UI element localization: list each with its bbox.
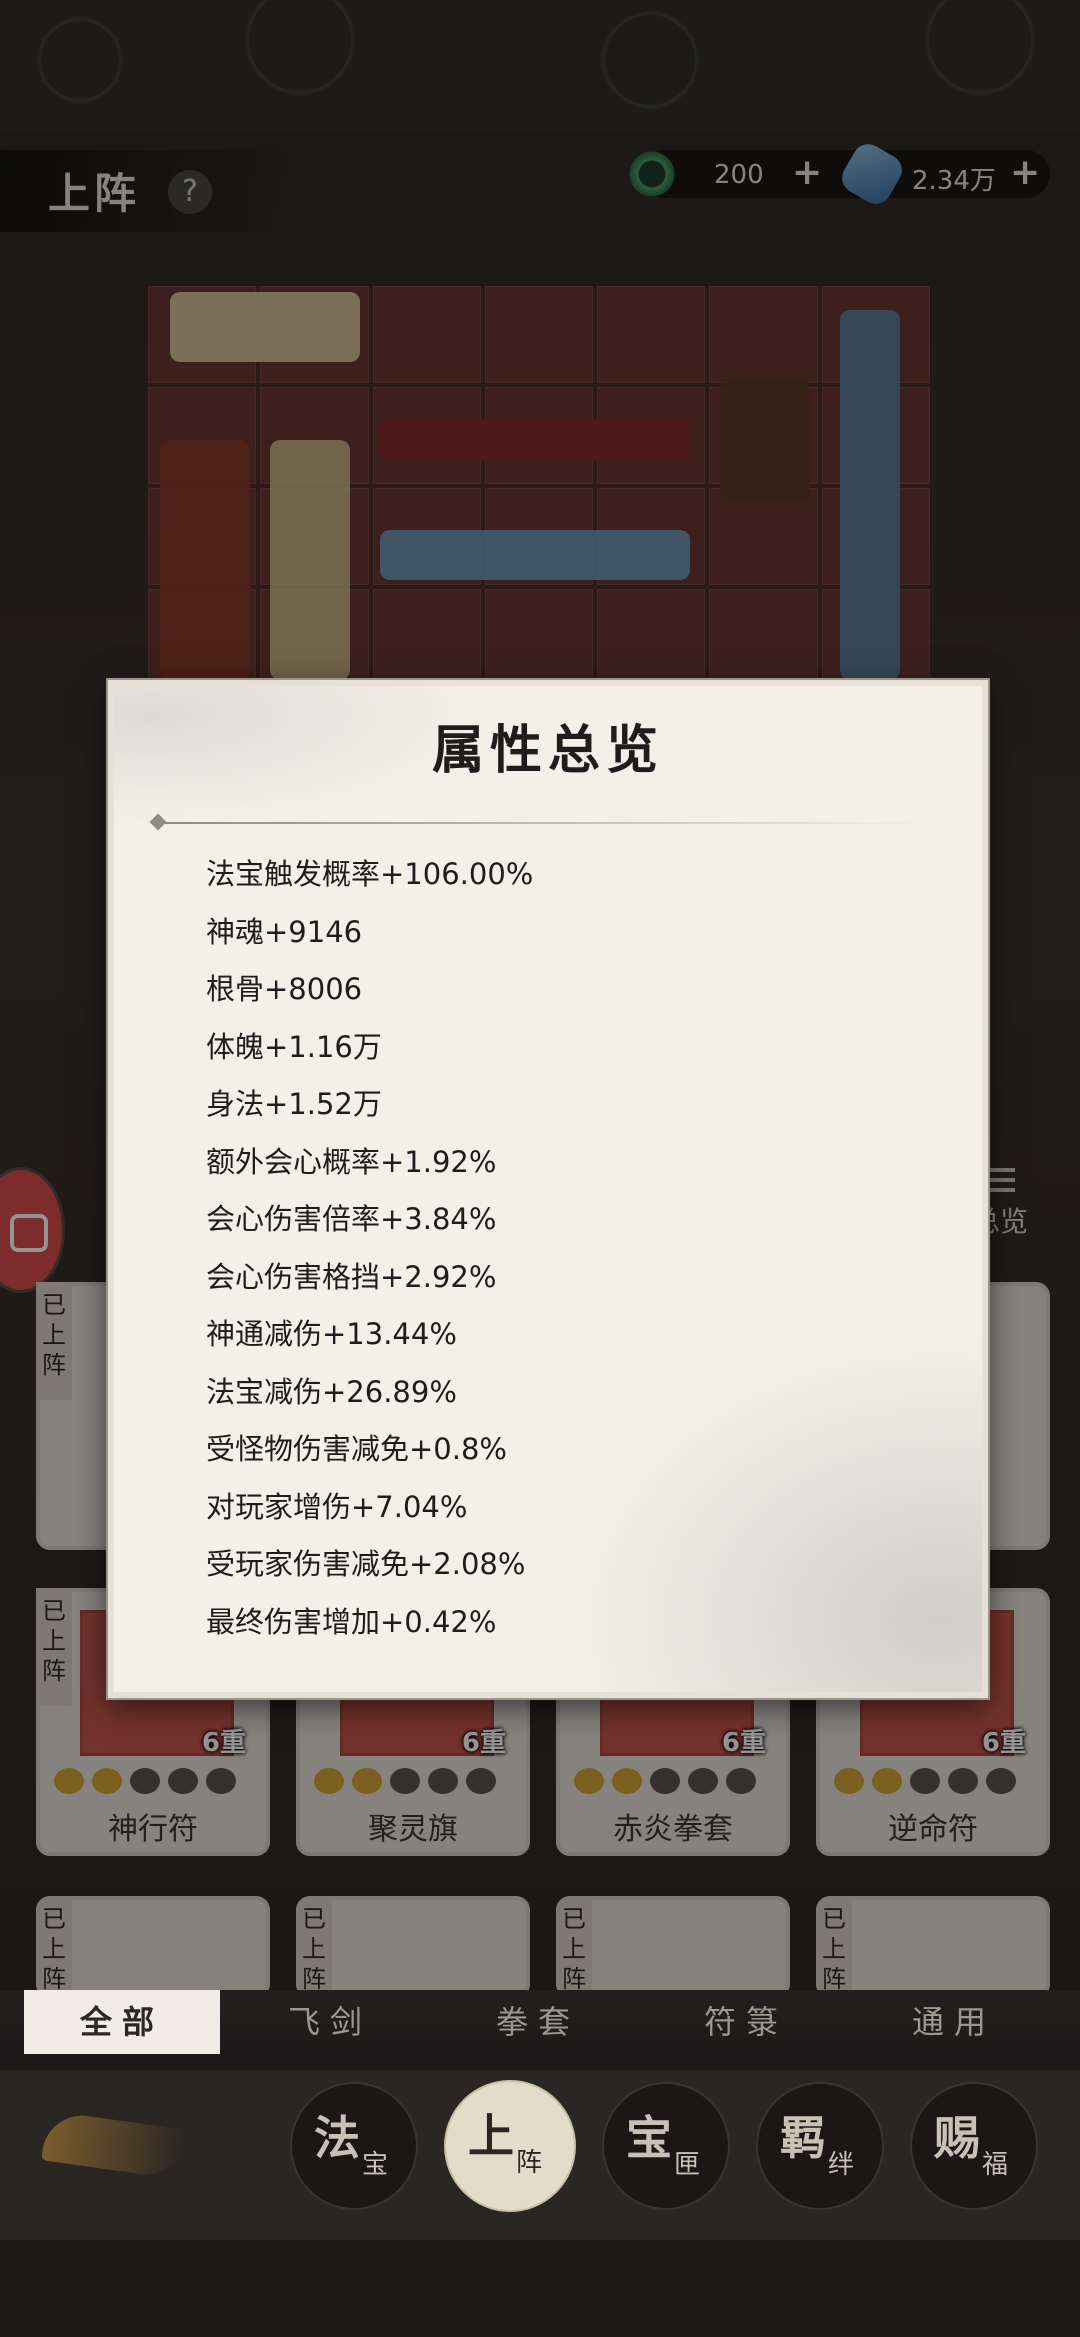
nav-label-big: 上 — [468, 2109, 514, 2163]
attribute-list: 法宝触发概率+106.00% 神魂+9146 根骨+8006 体魄+1.16万 … — [206, 846, 906, 1651]
nav-label-small: 福 — [982, 2150, 1009, 2180]
tab-all[interactable]: 全部 — [24, 1990, 220, 2054]
dialog-title: 属性总览 — [431, 720, 664, 781]
tab-general[interactable]: 通用 — [856, 1990, 1052, 2054]
nav-label-small: 绊 — [828, 2150, 855, 2180]
nav-label-small: 宝 — [362, 2150, 389, 2180]
tab-flying-sword[interactable]: 飞剑 — [232, 1990, 428, 2054]
nav-jiban[interactable]: 羁 绊 — [756, 2082, 884, 2210]
attribute-row: 神魂+9146 — [206, 914, 363, 949]
nav-label-small: 阵 — [516, 2148, 543, 2178]
attribute-row: 受怪物伤害减免+0.8% — [206, 1432, 507, 1466]
attribute-row: 额外会心概率+1.92% — [206, 1144, 497, 1179]
nav-fabao[interactable]: 法 宝 — [290, 2082, 418, 2210]
attribute-overview-dialog: 属性总览 法宝触发概率+106.00% 神魂+9146 根骨+8006 体魄+1… — [108, 680, 988, 1698]
attribute-row: 法宝减伤+26.89% — [206, 1374, 457, 1409]
nav-baoxia[interactable]: 宝 匣 — [602, 2082, 730, 2210]
nav-label-big: 赐 — [934, 2111, 980, 2165]
attribute-row: 最终伤害增加+0.42% — [206, 1604, 497, 1639]
nav-cifu[interactable]: 赐 福 — [910, 2082, 1038, 2210]
attribute-row: 会心伤害倍率+3.84% — [206, 1202, 497, 1236]
top-decor-band — [0, 0, 1080, 130]
nav-label-small: 匣 — [674, 2150, 701, 2180]
nav-label-big: 宝 — [626, 2111, 672, 2165]
nav-label-big: 法 — [314, 2111, 360, 2165]
attribute-row: 根骨+8006 — [206, 972, 363, 1006]
nav-shangzhen[interactable]: 上 阵 — [444, 2080, 576, 2212]
attribute-row: 身法+1.52万 — [206, 1087, 382, 1121]
attribute-row: 体魄+1.16万 — [206, 1029, 382, 1064]
attribute-row: 会心伤害格挡+2.92% — [206, 1259, 497, 1294]
title-divider — [158, 822, 928, 824]
nav-label-big: 羁 — [780, 2111, 826, 2165]
attribute-row: 神通减伤+13.44% — [206, 1317, 457, 1351]
attribute-row: 法宝触发概率+106.00% — [206, 857, 534, 891]
bottom-decor-band — [0, 2240, 1080, 2337]
tab-talisman[interactable]: 符箓 — [648, 1990, 844, 2054]
category-tabs: 全部 飞剑 拳套 符箓 通用 — [0, 1990, 1080, 2070]
attribute-row: 受玩家伤害减免+2.08% — [206, 1547, 526, 1581]
attribute-row: 对玩家增伤+7.04% — [206, 1489, 468, 1524]
tab-gauntlet[interactable]: 拳套 — [440, 1990, 636, 2054]
